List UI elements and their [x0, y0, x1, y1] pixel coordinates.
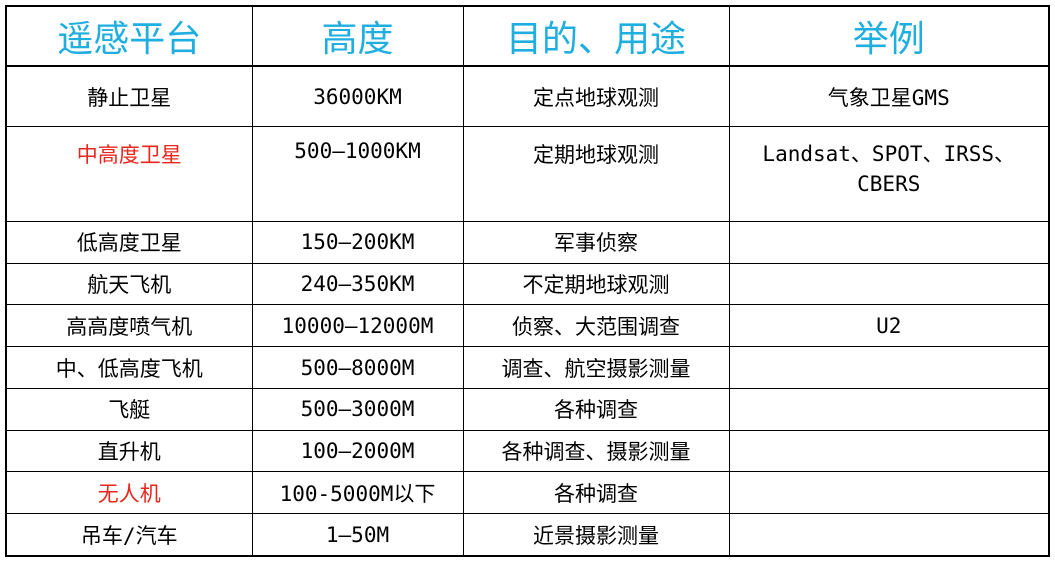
example-cell: [728, 471, 1050, 515]
height-cell: 500—1000KM: [251, 126, 464, 222]
table-row: 低高度卫星 150—200KM 军事侦察: [5, 220, 1050, 264]
example-cell: [728, 346, 1050, 389]
purpose-cell: 各种调查: [462, 387, 730, 431]
purpose-cell: 定期地球观测: [462, 126, 730, 222]
header-purpose: 目的、用途: [462, 5, 730, 67]
height-cell: 500—3000M: [251, 387, 464, 431]
purpose-cell: 军事侦察: [462, 220, 730, 264]
platform-cell: 高高度喷气机: [5, 304, 253, 348]
platform-cell: 中、低高度飞机: [5, 346, 253, 389]
example-cell: [728, 387, 1050, 431]
header-height: 高度: [251, 5, 464, 67]
table-row: 高高度喷气机 10000—12000M 侦察、大范围调查 U2: [5, 304, 1050, 348]
platform-cell: 直升机: [5, 429, 253, 473]
purpose-cell: 各种调查、摄影测量: [462, 429, 730, 473]
table-row: 吊车/汽车 1—50M 近景摄影测量: [5, 513, 1050, 557]
height-cell: 10000—12000M: [251, 304, 464, 348]
example-cell: Landsat、SPOT、IRSS、CBERS: [728, 126, 1050, 222]
purpose-cell: 近景摄影测量: [462, 513, 730, 557]
table-row: 航天飞机 240—350KM 不定期地球观测: [5, 262, 1050, 306]
table-row: 直升机 100—2000M 各种调查、摄影测量: [5, 429, 1050, 473]
platform-cell: 航天飞机: [5, 262, 253, 306]
platform-cell: 静止卫星: [5, 65, 253, 128]
table-row: 中、低高度飞机 500—8000M 调查、航空摄影测量: [5, 346, 1050, 389]
platform-cell: 低高度卫星: [5, 220, 253, 264]
table-row: 中高度卫星 500—1000KM 定期地球观测 Landsat、SPOT、IRS…: [5, 126, 1050, 222]
table-row: 无人机 100-5000M以下 各种调查: [5, 471, 1050, 515]
platform-cell: 飞艇: [5, 387, 253, 431]
height-cell: 1—50M: [251, 513, 464, 557]
platform-cell: 无人机: [5, 471, 253, 515]
example-cell: 气象卫星GMS: [728, 65, 1050, 128]
table-row: 静止卫星 36000KM 定点地球观测 气象卫星GMS: [5, 65, 1050, 128]
purpose-cell: 不定期地球观测: [462, 262, 730, 306]
example-cell: [728, 513, 1050, 557]
example-cell: [728, 262, 1050, 306]
height-cell: 240—350KM: [251, 262, 464, 306]
purpose-cell: 调查、航空摄影测量: [462, 346, 730, 389]
height-cell: 100-5000M以下: [251, 471, 464, 515]
example-cell: [728, 429, 1050, 473]
height-cell: 500—8000M: [251, 346, 464, 389]
platform-cell: 中高度卫星: [5, 126, 253, 222]
height-cell: 36000KM: [251, 65, 464, 128]
header-platform: 遥感平台: [5, 5, 253, 67]
height-cell: 100—2000M: [251, 429, 464, 473]
remote-sensing-platform-table: 遥感平台 高度 目的、用途 举例 静止卫星 36000KM 定点地球观测 气象卫…: [5, 5, 1050, 557]
header-row: 遥感平台 高度 目的、用途 举例: [5, 5, 1050, 67]
header-example: 举例: [728, 5, 1050, 67]
purpose-cell: 定点地球观测: [462, 65, 730, 128]
purpose-cell: 各种调查: [462, 471, 730, 515]
height-cell: 150—200KM: [251, 220, 464, 264]
example-cell: U2: [728, 304, 1050, 348]
purpose-cell: 侦察、大范围调查: [462, 304, 730, 348]
example-cell: [728, 220, 1050, 264]
platform-cell: 吊车/汽车: [5, 513, 253, 557]
table-row: 飞艇 500—3000M 各种调查: [5, 387, 1050, 431]
